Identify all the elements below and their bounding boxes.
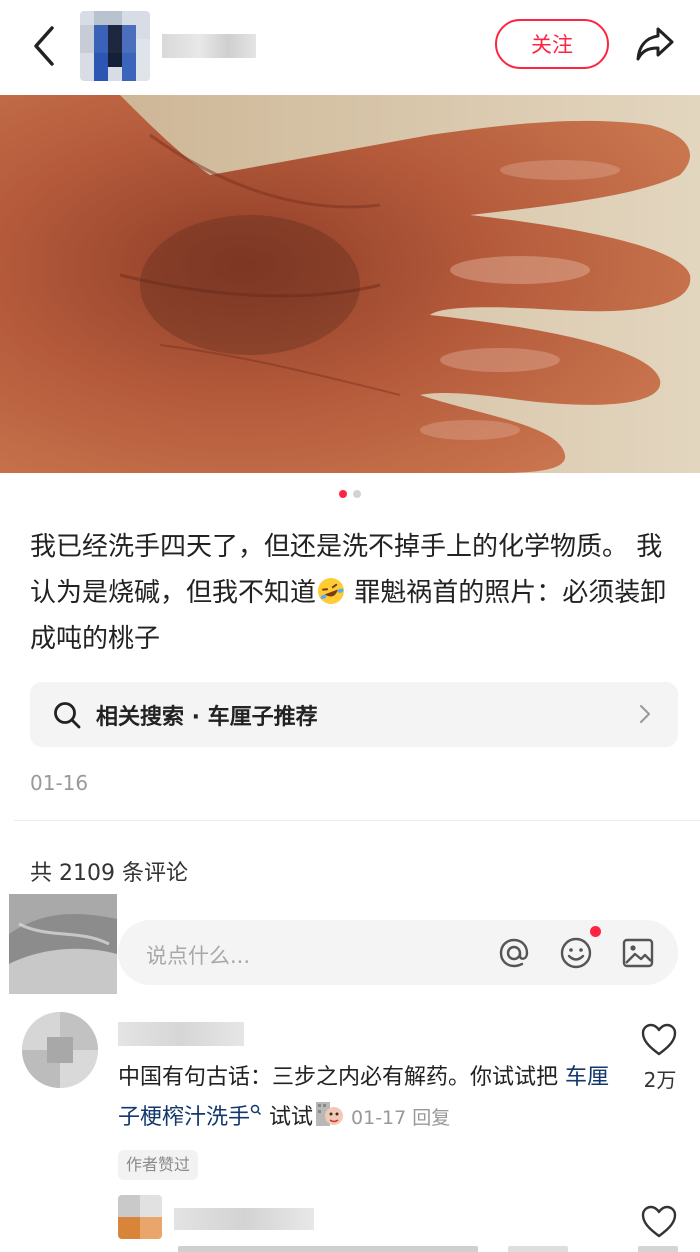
- heart-icon[interactable]: [640, 1204, 678, 1240]
- reply-avatar[interactable]: [118, 1195, 162, 1239]
- reply-user-name[interactable]: [174, 1208, 314, 1230]
- small-search-icon: [250, 1104, 262, 1116]
- carousel-indicator: [0, 490, 700, 502]
- chevron-left-icon[interactable]: [28, 24, 62, 68]
- post-body: 我已经洗手四天了，但还是洗不掉手上的化学物质。 我认为是烧碱，但我不知道 罪魁祸…: [30, 524, 670, 662]
- my-avatar-image: [9, 894, 117, 994]
- commenter-name[interactable]: [118, 1022, 244, 1046]
- my-avatar[interactable]: [9, 894, 117, 994]
- rofl-emoji-icon: [318, 578, 345, 604]
- related-search-button[interactable]: 相关搜索 · 车厘子推荐: [30, 682, 678, 747]
- comment-text-part1: 中国有句古话：三步之内必有解药。你试试把: [118, 1065, 565, 1090]
- search-icon: [54, 701, 81, 728]
- emoji-icon[interactable]: [558, 935, 594, 971]
- author-avatar[interactable]: [80, 11, 150, 81]
- comment-text: 中国有句古话：三步之内必有解药。你试试把 车厘子梗榨汁洗手 试试 01-17 回复: [118, 1058, 628, 1138]
- related-search-label: 相关搜索 · 车厘子推荐: [96, 704, 318, 730]
- comment-text-part2: 试试: [262, 1105, 314, 1130]
- carousel-dot: [353, 490, 361, 498]
- follow-button[interactable]: 关注: [495, 19, 609, 69]
- top-bar: 关注: [0, 0, 700, 95]
- chevron-right-icon: [640, 705, 650, 723]
- reply-text-cutoff: [118, 1244, 678, 1252]
- carousel-dot-active: [339, 490, 347, 498]
- image-icon[interactable]: [620, 935, 656, 971]
- commenter-avatar[interactable]: [22, 1012, 98, 1088]
- at-mention-icon[interactable]: [496, 935, 532, 971]
- share-icon[interactable]: [634, 23, 676, 65]
- divider: [14, 820, 700, 821]
- author-liked-badge: 作者赞过: [118, 1150, 199, 1180]
- emoji-notification-dot: [590, 926, 601, 937]
- heart-icon[interactable]: [640, 1022, 678, 1058]
- post-image[interactable]: [0, 95, 700, 473]
- post-date: 01-16: [30, 771, 89, 795]
- like-count: 2万: [643, 1068, 677, 1092]
- comment-count: 共 2109 条评论: [30, 861, 188, 886]
- reply-button[interactable]: 回复: [412, 1107, 450, 1129]
- sticker-icon: [316, 1102, 344, 1126]
- hand-photo: [0, 95, 700, 473]
- author-name[interactable]: [162, 34, 256, 58]
- comment-input-placeholder: 说点什么...: [146, 944, 251, 968]
- comment-date: 01-17: [351, 1107, 407, 1129]
